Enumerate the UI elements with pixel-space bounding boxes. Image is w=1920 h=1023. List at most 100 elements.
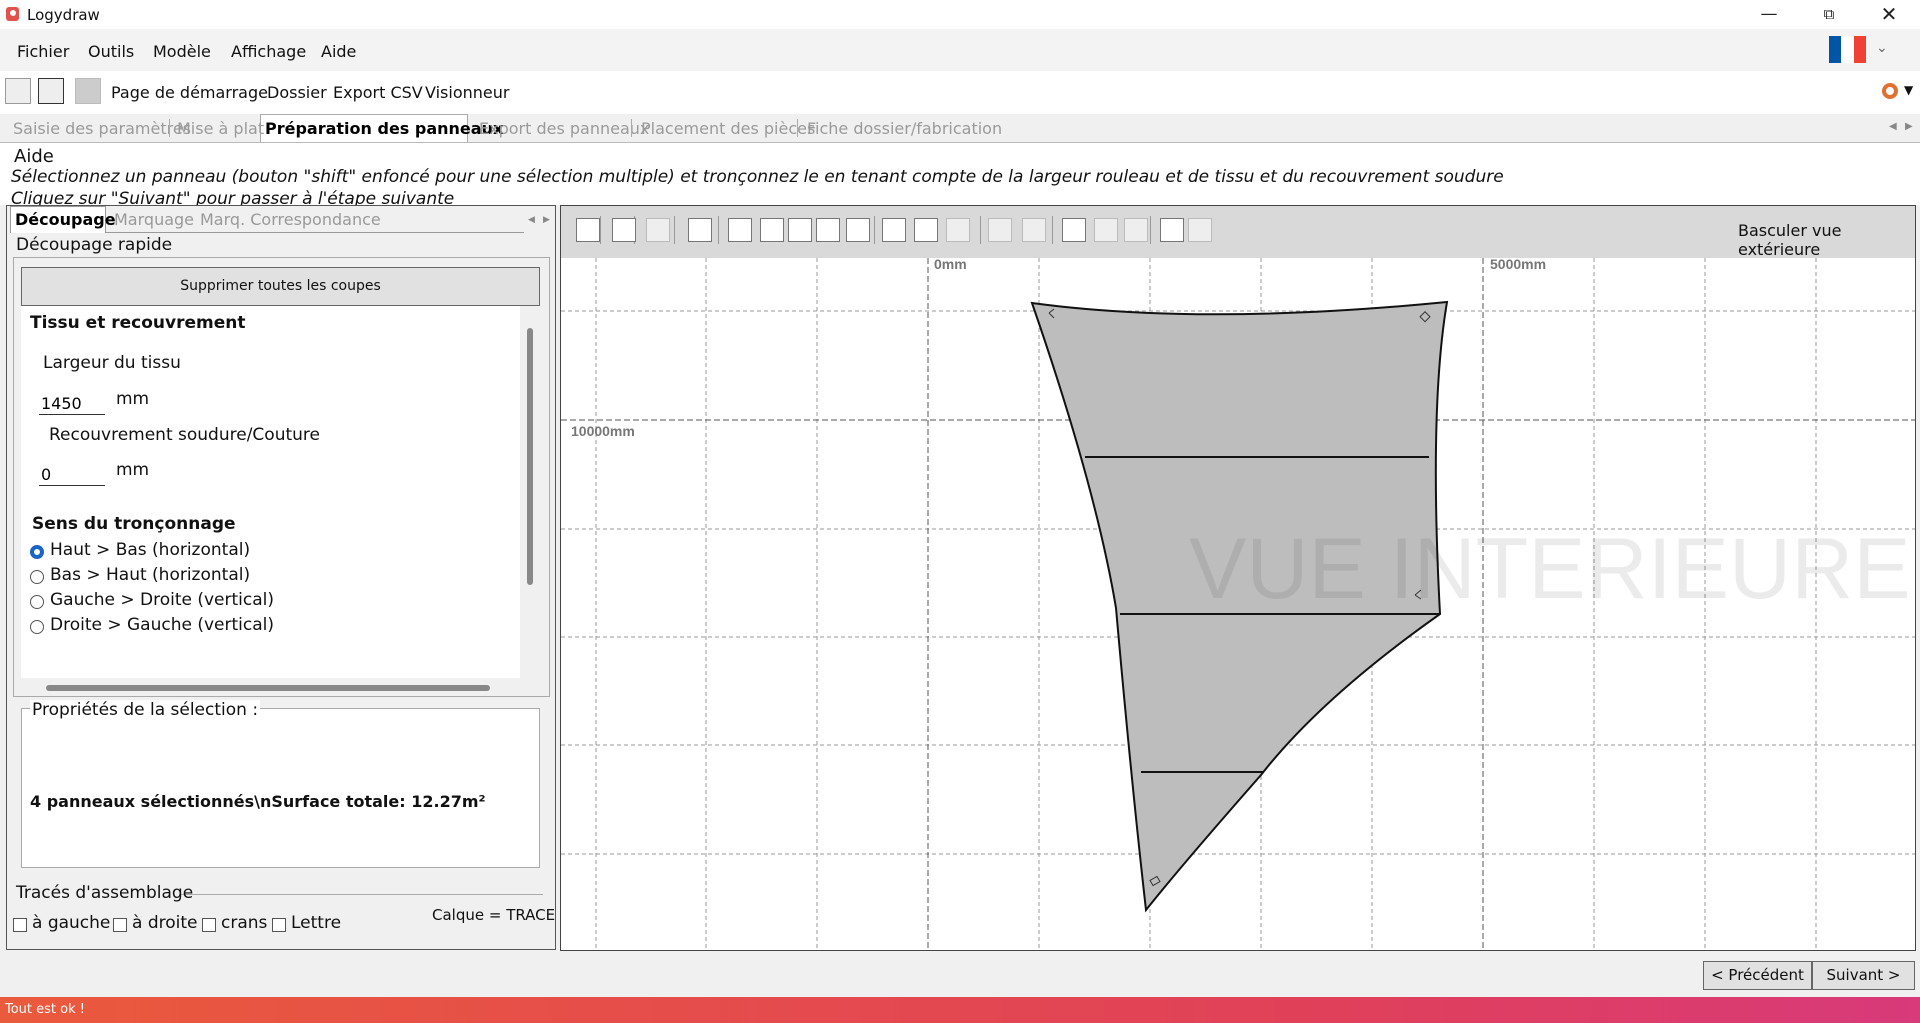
menu-modele[interactable]: Modèle	[153, 42, 211, 61]
link-visionneur[interactable]: Visionneur	[425, 83, 509, 102]
chevron-down-icon[interactable]: ⌄	[1876, 40, 1888, 56]
close-icon[interactable]: ✕	[1860, 0, 1918, 29]
hem-icon[interactable]	[882, 218, 906, 242]
tab-separator	[631, 119, 632, 137]
checkbox-letter-label[interactable]: Lettre	[291, 913, 341, 933]
curve-left-icon[interactable]	[788, 218, 812, 242]
horizontal-scroll-thumb[interactable]	[46, 685, 490, 691]
toolbar-separator	[874, 216, 875, 244]
save-icon[interactable]	[75, 78, 101, 104]
layer-icon[interactable]	[1188, 218, 1212, 242]
tab-preparation-panneaux[interactable]: Préparation des panneaux	[265, 119, 503, 138]
subtab-marq-correspondance[interactable]: Marq. Correspondance	[200, 210, 381, 229]
fabric-width-input[interactable]	[39, 388, 105, 415]
tab-fiche-dossier[interactable]: Fiche dossier/fabrication	[807, 119, 1002, 138]
menu-affichage[interactable]: Affichage	[231, 42, 306, 61]
corner-icon[interactable]	[1094, 218, 1118, 242]
fill-icon[interactable]	[1022, 218, 1046, 242]
status-message: Tout est ok !	[5, 1002, 85, 1017]
toolbar-separator	[1150, 216, 1151, 244]
triangle-icon[interactable]	[1124, 218, 1148, 242]
undo-icon[interactable]	[612, 218, 636, 242]
previous-button[interactable]: < Précédent	[1703, 961, 1812, 990]
checkbox-left[interactable]	[13, 918, 27, 932]
help-title: Aide	[14, 146, 54, 167]
checkbox-notches-label[interactable]: crans	[221, 913, 267, 933]
radio-right-left[interactable]	[30, 620, 44, 634]
open-folder-icon[interactable]	[38, 78, 64, 104]
checkbox-right[interactable]	[113, 918, 127, 932]
link-export-csv[interactable]: Export CSV	[333, 83, 423, 102]
checkbox-letter[interactable]	[272, 918, 286, 932]
traces-divider	[180, 894, 543, 895]
toolbar-separator	[674, 216, 675, 244]
menu-outils[interactable]: Outils	[88, 42, 134, 61]
selection-properties-value: 4 panneaux sélectionnés\nSurface totale:…	[30, 792, 486, 811]
subtab-scroll-left-icon[interactable]: ◀	[528, 215, 535, 225]
radio-left-right[interactable]	[30, 595, 44, 609]
tab-scroll-left-icon[interactable]: ◀	[1889, 121, 1897, 132]
cut-shape-icon[interactable]	[760, 218, 784, 242]
app-logo-icon	[6, 7, 19, 21]
radio-right-left-label[interactable]: Droite > Gauche (vertical)	[50, 615, 274, 635]
frame-icon[interactable]	[988, 218, 1012, 242]
tab-placement-pieces[interactable]: Placement des pièces	[641, 119, 815, 138]
title-bar	[0, 0, 1920, 29]
fabric-width-unit: mm	[116, 389, 150, 409]
toolbar-separator	[980, 216, 981, 244]
language-flag-icon[interactable]	[1829, 36, 1866, 63]
tab-scroll-right-icon[interactable]: ▶	[1905, 121, 1913, 132]
fabric-section-title: Tissu et recouvrement	[30, 313, 246, 333]
tab-export-panneaux[interactable]: Export des panneaux	[479, 119, 649, 138]
radio-top-bottom[interactable]	[30, 545, 44, 559]
overlap-label: Recouvrement soudure/Couture	[49, 425, 320, 445]
status-bar	[0, 997, 1920, 1023]
weight-icon[interactable]	[1160, 218, 1184, 242]
help-lifebuoy-icon[interactable]	[1882, 83, 1898, 99]
selection-properties-legend: Propriétés de la sélection :	[30, 700, 261, 720]
anchor-icon[interactable]	[946, 218, 970, 242]
checkbox-right-label[interactable]: à droite	[132, 913, 197, 933]
arc-icon[interactable]	[846, 218, 870, 242]
help-instruction: Sélectionnez un panneau (bouton "shift" …	[11, 167, 1504, 187]
tab-saisie-parametres[interactable]: Saisie des paramètres	[13, 119, 191, 138]
overlap-unit: mm	[116, 460, 150, 480]
restore-icon[interactable]: ⧉	[1800, 0, 1858, 29]
layer-label: Calque = TRACE	[432, 906, 556, 924]
curve-right-icon[interactable]	[816, 218, 840, 242]
delete-all-cuts-button[interactable]: Supprimer toutes les coupes	[21, 267, 540, 306]
tab-separator	[797, 119, 798, 137]
subtab-decoupage[interactable]: Découpage	[15, 210, 116, 229]
window-title: Logydraw	[27, 6, 100, 24]
toolbar-separator	[718, 216, 719, 244]
redo-icon[interactable]	[646, 218, 670, 242]
radio-bottom-top[interactable]	[30, 570, 44, 584]
view-watermark: VUE INTERIEURE	[1189, 521, 1911, 617]
radio-top-bottom-label[interactable]: Haut > Bas (horizontal)	[50, 540, 250, 560]
checkbox-notches[interactable]	[202, 918, 216, 932]
vertical-scroll-thumb[interactable]	[527, 328, 533, 585]
menu-fichier[interactable]: Fichier	[17, 42, 69, 61]
link-start-page[interactable]: Page de démarrage	[111, 83, 268, 102]
cut-horizontal-icon[interactable]	[728, 218, 752, 242]
select-icon[interactable]	[576, 218, 600, 242]
tab-separator	[169, 119, 170, 137]
panel-drawing[interactable]: 0mm 5000mm 10000mm VUE INTERIEURE	[561, 258, 1915, 950]
radio-bottom-top-label[interactable]: Bas > Haut (horizontal)	[50, 565, 250, 585]
home-icon[interactable]	[5, 78, 31, 104]
link-dossier[interactable]: Dossier	[267, 83, 327, 102]
dropdown-caret-icon[interactable]: ▼	[1904, 83, 1913, 97]
eraser-icon[interactable]	[688, 218, 712, 242]
cross-icon[interactable]	[914, 218, 938, 242]
radio-left-right-label[interactable]: Gauche > Droite (vertical)	[50, 590, 274, 610]
minimize-icon[interactable]: —	[1740, 0, 1798, 29]
switch-exterior-view-button[interactable]: Basculer vue extérieure	[1738, 221, 1920, 259]
subtab-scroll-right-icon[interactable]: ▶	[543, 215, 550, 225]
next-button[interactable]: Suivant >	[1812, 961, 1915, 990]
tab-mise-a-plat[interactable]: Mise à plat	[177, 119, 264, 138]
subtab-marquage[interactable]: Marquage	[114, 210, 194, 229]
overlap-input[interactable]	[39, 459, 105, 486]
menu-aide[interactable]: Aide	[321, 42, 356, 61]
bar-icon[interactable]	[1062, 218, 1086, 242]
checkbox-left-label[interactable]: à gauche	[32, 913, 110, 933]
